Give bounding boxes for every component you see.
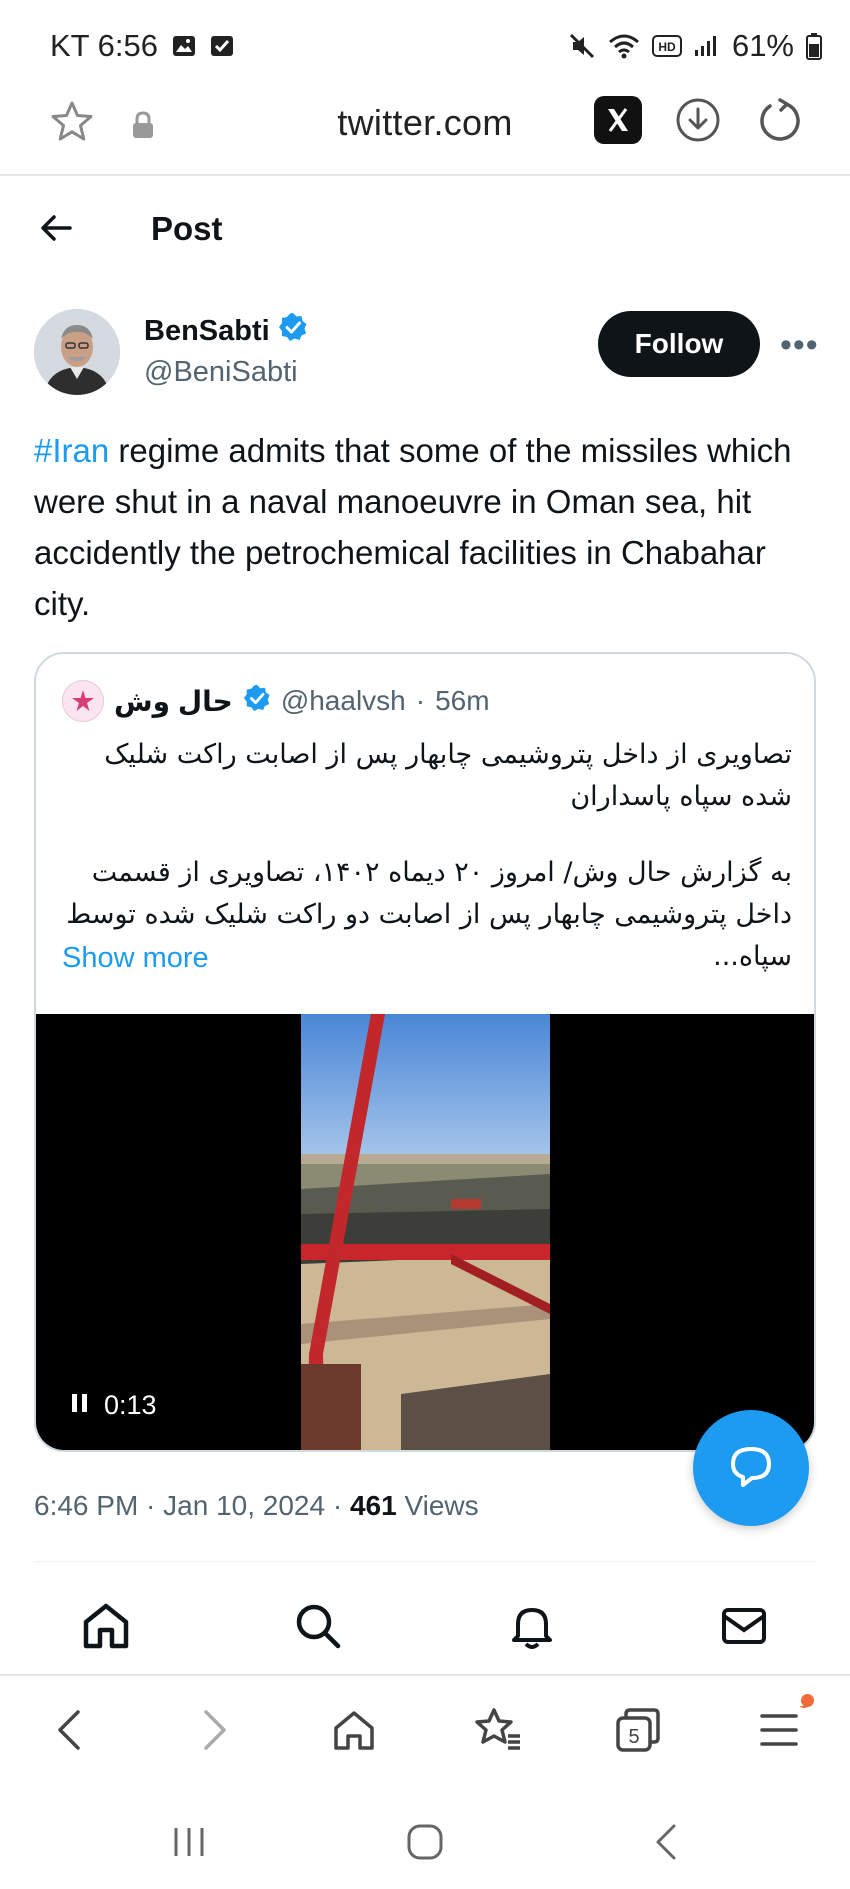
browser-forward-icon[interactable] (190, 1706, 238, 1759)
quote-separator: · (415, 685, 426, 716)
messages-envelope-icon[interactable] (718, 1600, 770, 1657)
system-home-icon[interactable] (405, 1822, 445, 1867)
tweet-timestamp[interactable]: 6:46 PM · Jan 10, 2024 · (34, 1490, 350, 1521)
video-controls: 0:13 (70, 1390, 157, 1421)
quote-handle[interactable]: @haalvsh (281, 685, 406, 717)
pause-icon[interactable] (70, 1390, 90, 1421)
author-name[interactable]: BenSabti (144, 312, 308, 350)
recent-apps-icon[interactable] (170, 1822, 210, 1867)
quoted-tweet-card[interactable]: حال وش @haalvsh · 56m تصاویری از داخل پت… (34, 652, 816, 1452)
views-label: Views (396, 1490, 479, 1521)
more-options-icon[interactable]: ••• (780, 326, 819, 365)
reload-icon[interactable] (756, 96, 804, 149)
quote-paragraph-1: تصاویری از داخل پتروشیمی چابهار پس از اص… (104, 739, 792, 812)
x-bottom-nav (0, 1572, 850, 1676)
svg-text:HD: HD (658, 40, 676, 54)
page-title: Post (151, 210, 223, 247)
author-name-text[interactable]: BenSabti (144, 315, 270, 348)
mute-icon (568, 32, 596, 60)
quote-time[interactable]: 56m (435, 685, 489, 717)
system-nav-bar (0, 1800, 850, 1889)
svg-text:5: 5 (628, 1726, 639, 1748)
video-time: 0:13 (104, 1390, 157, 1420)
notifications-bell-icon[interactable] (506, 1600, 558, 1657)
browser-home-icon[interactable] (330, 1706, 378, 1759)
download-icon[interactable] (674, 96, 722, 149)
battery-percent: 61% (731, 28, 794, 63)
follow-button[interactable]: Follow (598, 311, 760, 377)
chat-bubble-icon (725, 1440, 777, 1497)
status-time: KT 6:56 (50, 28, 159, 63)
menu-icon[interactable] (758, 1696, 810, 1759)
post-header: Post (0, 190, 850, 270)
gallery-icon (172, 34, 196, 58)
video-player[interactable]: 0:13 (36, 1014, 814, 1450)
status-bar: KT 6:56 HD 61% (0, 0, 850, 96)
tweet-meta: 6:46 PM · Jan 10, 2024 · 461 Views (34, 1490, 479, 1522)
divider (34, 1561, 816, 1562)
quote-author-name[interactable]: حال وش (114, 685, 233, 718)
search-icon[interactable] (292, 1600, 344, 1657)
quote-avatar[interactable] (62, 680, 104, 722)
bookmarks-icon[interactable] (472, 1706, 524, 1759)
hd-icon: HD (651, 34, 682, 58)
wifi-icon (608, 32, 640, 60)
quote-verified-badge-icon (243, 684, 271, 719)
url-text[interactable]: twitter.com (0, 102, 850, 144)
avatar[interactable] (34, 309, 120, 395)
tweet-text: #Iran regime admits that some of the mis… (34, 425, 824, 629)
author-handle[interactable]: @BeniSabti (144, 356, 298, 389)
views-count: 461 (349, 1490, 397, 1521)
battery-icon (806, 32, 822, 60)
quote-header: حال وش @haalvsh · 56m (62, 680, 490, 722)
browser-url-bar: twitter.com (0, 96, 850, 176)
browser-back-icon[interactable] (46, 1706, 94, 1759)
check-icon (210, 34, 234, 58)
verified-badge-icon (278, 312, 308, 350)
tabs-icon[interactable]: 5 (614, 1706, 662, 1759)
compose-reply-button[interactable] (693, 1410, 809, 1526)
hashtag-link[interactable]: #Iran (34, 432, 109, 469)
system-back-icon[interactable] (646, 1822, 686, 1867)
tweet-body: regime admits that some of the missiles … (34, 432, 792, 622)
signal-icon (694, 34, 720, 58)
show-more-link[interactable]: Show more (62, 942, 209, 975)
x-app-icon[interactable] (594, 96, 642, 144)
back-arrow-icon[interactable] (36, 208, 76, 253)
video-frame (301, 1014, 550, 1450)
browser-bottom-nav: 5 (0, 1680, 850, 1780)
notification-dot (801, 1694, 814, 1707)
home-icon[interactable] (80, 1600, 132, 1657)
